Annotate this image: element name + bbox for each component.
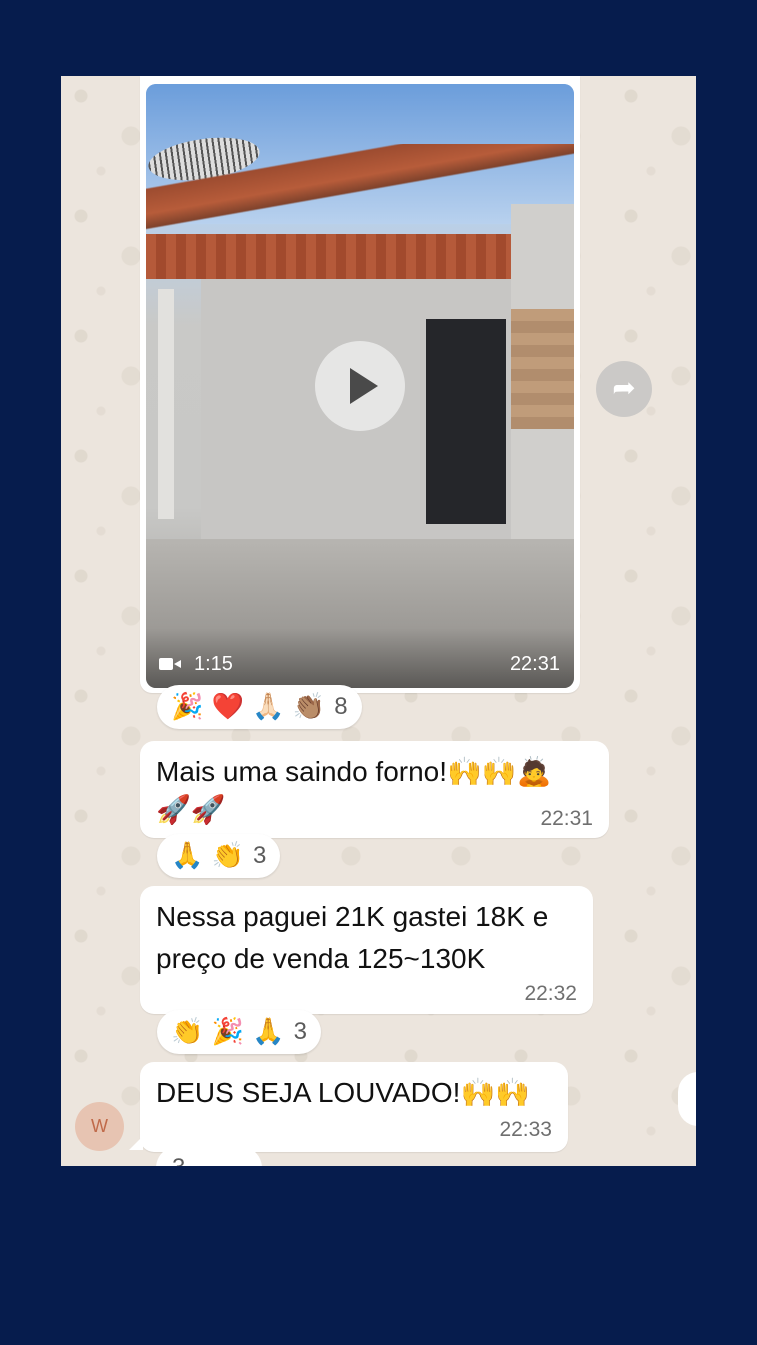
reaction-emojis: 🎉 ❤️ 🙏🏻 👏🏽 xyxy=(171,692,326,722)
message-bubble-3[interactable]: DEUS SEJA LOUVADO!🙌🙌 22:33 xyxy=(140,1062,568,1152)
avatar[interactable]: W xyxy=(75,1102,124,1151)
message-bubble-1[interactable]: Mais uma saindo forno!🙌🙌🙇 🚀🚀 22:31 xyxy=(140,741,609,838)
video-thumbnail[interactable]: 1:15 22:31 xyxy=(146,84,574,688)
message-text: Mais uma saindo forno!🙌🙌🙇 🚀🚀 xyxy=(156,753,552,829)
message-emoji-line: 🚀🚀 xyxy=(156,793,226,826)
video-camera-icon xyxy=(159,658,181,670)
video-pillar xyxy=(158,289,174,519)
video-timestamp: 22:31 xyxy=(509,653,560,675)
video-duration: 1:15 xyxy=(194,653,233,675)
message-time: 22:32 xyxy=(524,982,577,1005)
video-door xyxy=(426,319,506,524)
video-brick-panel xyxy=(511,309,574,429)
reaction-count: 3 xyxy=(172,1154,185,1166)
bubble-tail xyxy=(129,1136,143,1150)
video-message-bubble[interactable]: 1:15 22:31 xyxy=(140,76,580,693)
offscreen-bubble xyxy=(678,1072,696,1126)
message-time: 22:31 xyxy=(540,807,593,830)
reaction-emojis: 👏 🎉 🙏 xyxy=(171,1017,285,1047)
message-text: Nessa paguei 21K gastei 18K e preço de v… xyxy=(156,896,548,980)
video-roof xyxy=(146,144,574,244)
forward-button[interactable]: ➦ xyxy=(596,361,652,417)
reaction-emojis: 🙏 👏 xyxy=(171,841,245,871)
message-text: DEUS SEJA LOUVADO!🙌🙌 xyxy=(156,1077,531,1108)
message-text-line: Mais uma saindo forno!🙌🙌🙇 xyxy=(156,756,552,787)
message-text-line: Nessa paguei 21K gastei 18K e xyxy=(156,901,549,932)
reactions-4[interactable]: 3 xyxy=(156,1146,262,1166)
reactions-2[interactable]: 🙏 👏 3 xyxy=(157,834,281,878)
message-text-line: preço de venda 125~130K xyxy=(156,943,486,974)
forward-icon: ➦ xyxy=(612,372,636,403)
play-icon[interactable] xyxy=(315,341,405,431)
message-time: 22:33 xyxy=(499,1118,552,1141)
message-bubble-2[interactable]: Nessa paguei 21K gastei 18K e preço de v… xyxy=(140,886,593,1014)
reaction-count: 8 xyxy=(334,693,348,720)
video-roof-front xyxy=(146,234,511,279)
reactions-1[interactable]: 🎉 ❤️ 🙏🏻 👏🏽 8 xyxy=(157,685,362,729)
reaction-count: 3 xyxy=(293,1018,308,1045)
reaction-count: 3 xyxy=(253,842,267,869)
chat-area: 1:15 22:31 ➦ 🎉 ❤️ 🙏🏻 👏🏽 8 Mais uma saind… xyxy=(61,76,696,1166)
reactions-3[interactable]: 👏 🎉 🙏 3 xyxy=(157,1010,322,1054)
